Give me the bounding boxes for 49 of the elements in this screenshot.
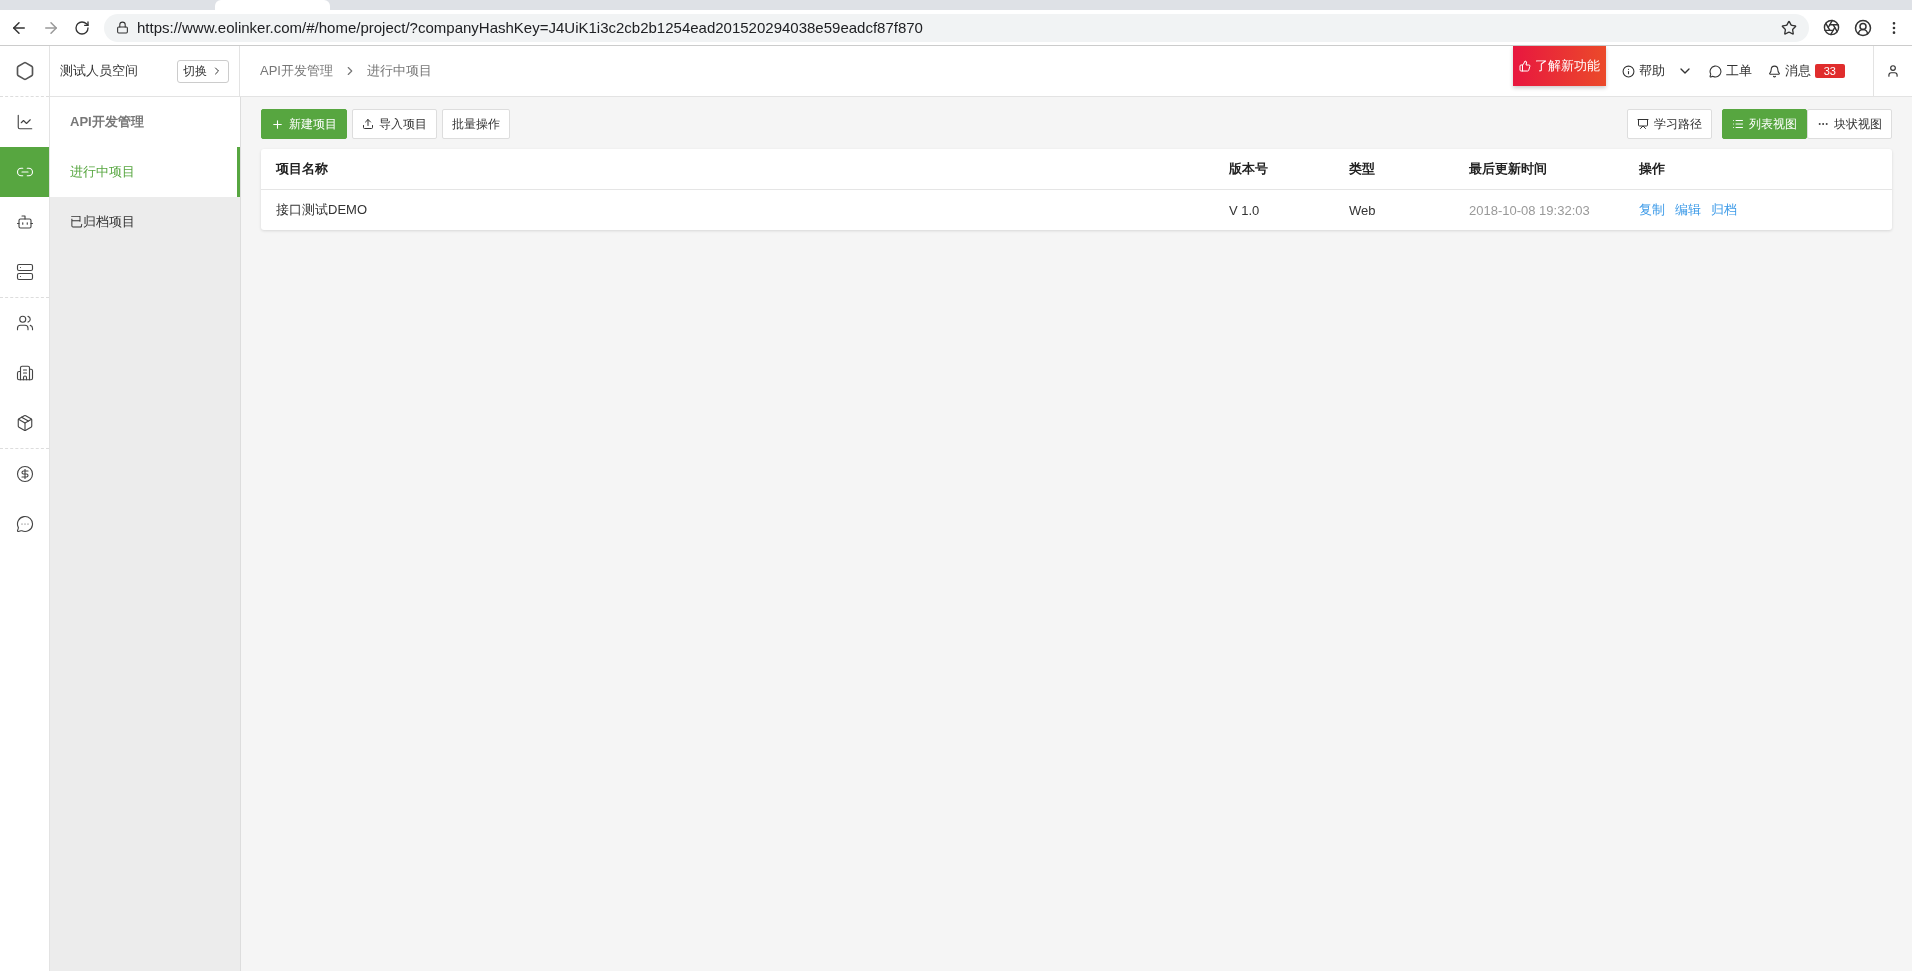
board-icon: [1637, 118, 1649, 130]
column-header: 项目名称: [276, 160, 329, 178]
upload-icon: [362, 118, 374, 130]
thumbs-up-icon: [1518, 60, 1531, 72]
learn-button[interactable]: 学习路径: [1627, 109, 1712, 139]
promo-button[interactable]: 了解新功能: [1512, 46, 1606, 86]
reload-icon[interactable]: [74, 19, 90, 36]
messages-button[interactable]: 消息 33: [1767, 62, 1845, 80]
sidebar-item[interactable]: 已归档项目: [50, 197, 240, 247]
help-button[interactable]: 帮助: [1621, 62, 1693, 80]
coin-icon: [15, 465, 34, 483]
column-header: 版本号: [1229, 160, 1269, 178]
sidebar-title: API开发管理: [50, 97, 240, 147]
table-cell-text: 接口测试DEMO: [276, 201, 368, 219]
import-button[interactable]: 导入项目: [352, 109, 437, 139]
extension-icon[interactable]: [1823, 19, 1840, 36]
info-icon: [1621, 64, 1635, 78]
switch-button[interactable]: 切换: [177, 59, 229, 83]
url-text: https://www.eolinker.com/#/home/project/?companyHashKey=J4UiK1i3c2cb2b1254ead201520294038e59eadcf87f870: [137, 19, 924, 36]
column-header: 最后更新时间: [1469, 160, 1548, 178]
profile-icon[interactable]: [1854, 18, 1872, 37]
table-cell-text: Web: [1349, 202, 1377, 218]
plus-icon: [271, 117, 284, 131]
breadcrumb-item[interactable]: 进行中项目: [366, 62, 432, 80]
bell-icon: [1767, 64, 1781, 78]
logo-icon[interactable]: [14, 61, 35, 81]
breadcrumb-item[interactable]: API开发管理: [260, 62, 333, 80]
batch-button[interactable]: 批量操作: [442, 109, 510, 139]
tickets-button[interactable]: 工单: [1708, 62, 1752, 80]
server-icon: [15, 263, 34, 281]
users-icon: [15, 314, 34, 332]
column-header: 类型: [1349, 160, 1376, 178]
chat-icon: [1708, 64, 1722, 78]
building-icon: [15, 364, 34, 382]
table-cell-text: 2018-10-08 19:32:03: [1469, 202, 1591, 218]
robot-icon: [15, 213, 34, 231]
message-count: 33: [1814, 64, 1845, 78]
lock-icon: [116, 21, 129, 34]
star-icon[interactable]: [1781, 19, 1797, 36]
view-toggle[interactable]: 块状视图: [1807, 109, 1892, 139]
chat-icon: [15, 515, 34, 533]
table-cell-text: V 1.0: [1229, 202, 1261, 218]
column-header: 操作: [1639, 160, 1666, 178]
chart-icon: [15, 113, 34, 131]
list-icon: [1732, 118, 1744, 130]
box-icon: [15, 414, 34, 432]
user-icon[interactable]: [1886, 64, 1900, 78]
address-bar[interactable]: https://www.eolinker.com/#/home/project/?companyHashKey=J4UiK1i3c2cb2b1254ead201520294038e59eadcf87f870: [104, 13, 1809, 42]
workspace-name: 测试人员空间: [60, 62, 138, 80]
